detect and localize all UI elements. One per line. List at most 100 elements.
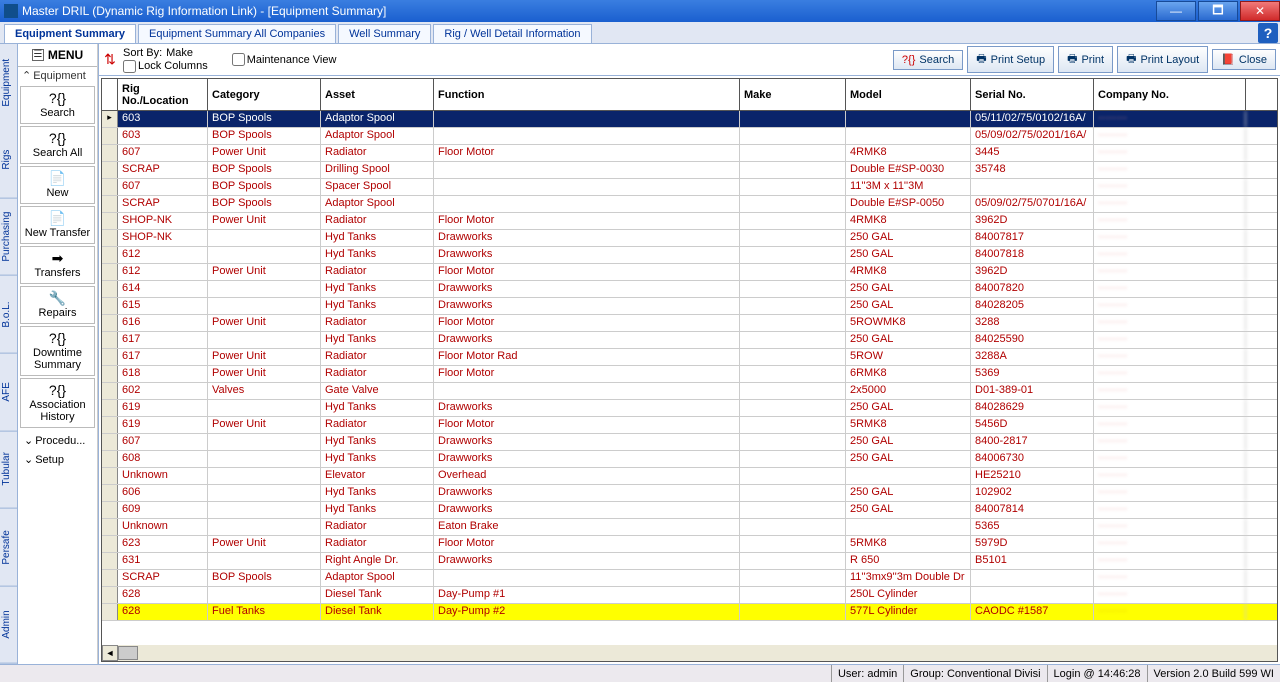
table-row[interactable]: 617Power UnitRadiatorFloor Motor Rad5ROW… — [102, 349, 1277, 366]
menu-item-transfers[interactable]: ➡Transfers — [20, 246, 95, 284]
row-selector[interactable] — [102, 417, 118, 433]
search-button[interactable]: ?{}Search — [893, 50, 963, 70]
row-selector[interactable] — [102, 536, 118, 552]
window-close-button[interactable]: ✕ — [1240, 1, 1280, 21]
row-selector[interactable] — [102, 468, 118, 484]
row-selector[interactable] — [102, 434, 118, 450]
minimize-button[interactable]: — — [1156, 1, 1196, 21]
side-tab-rigs[interactable]: Rigs — [0, 121, 17, 199]
table-row[interactable]: 606Hyd TanksDrawworks250 GAL102902······… — [102, 485, 1277, 502]
row-selector[interactable] — [102, 553, 118, 569]
row-selector[interactable] — [102, 111, 118, 127]
side-tab-purchasing[interactable]: Purchasing — [0, 198, 17, 276]
table-row[interactable]: 614Hyd TanksDrawworks250 GAL84007820····… — [102, 281, 1277, 298]
row-selector[interactable] — [102, 485, 118, 501]
table-row[interactable]: 628Diesel TankDay-Pump #1250L Cylinder··… — [102, 587, 1277, 604]
column-header-asset[interactable]: Asset — [321, 79, 434, 110]
column-header-serial-no-[interactable]: Serial No. — [971, 79, 1094, 110]
scroll-thumb[interactable] — [118, 646, 138, 660]
row-selector[interactable] — [102, 298, 118, 314]
grid-body[interactable]: 603BOP SpoolsAdaptor Spool05/11/02/75/01… — [102, 111, 1277, 645]
row-selector[interactable] — [102, 213, 118, 229]
table-row[interactable]: UnknownElevatorOverheadHE25210········ — [102, 468, 1277, 485]
scroll-left-icon[interactable]: ◄ — [102, 645, 118, 661]
table-row[interactable]: 617Hyd TanksDrawworks250 GAL84025590····… — [102, 332, 1277, 349]
column-header-make[interactable]: Make — [740, 79, 846, 110]
row-selector[interactable] — [102, 502, 118, 518]
tab-well-summary[interactable]: Well Summary — [338, 24, 431, 43]
row-selector[interactable] — [102, 145, 118, 161]
row-selector[interactable] — [102, 366, 118, 382]
sort-direction-icon[interactable]: ⇅ — [103, 51, 117, 68]
table-row[interactable]: 608Hyd TanksDrawworks250 GAL84006730····… — [102, 451, 1277, 468]
table-row[interactable]: 619Power UnitRadiatorFloor Motor5RMK8545… — [102, 417, 1277, 434]
maximize-button[interactable]: 🗖 — [1198, 1, 1238, 21]
row-selector[interactable] — [102, 604, 118, 620]
table-row[interactable]: SCRAPBOP SpoolsDrilling SpoolDouble E#SP… — [102, 162, 1277, 179]
table-row[interactable]: SCRAPBOP SpoolsAdaptor SpoolDouble E#SP-… — [102, 196, 1277, 213]
print-layout-button[interactable]: 🖶Print Layout — [1117, 46, 1208, 73]
table-row[interactable]: 603BOP SpoolsAdaptor Spool05/11/02/75/01… — [102, 111, 1277, 128]
row-selector[interactable] — [102, 264, 118, 280]
side-tab-admin[interactable]: Admin — [0, 586, 17, 664]
side-tab-equipment[interactable]: Equipment — [0, 44, 17, 121]
row-selector[interactable] — [102, 587, 118, 603]
side-tab-afe[interactable]: AFE — [0, 354, 17, 432]
table-row[interactable]: 609Hyd TanksDrawworks250 GAL84007814····… — [102, 502, 1277, 519]
menu-item-setup[interactable]: ⌄Setup — [20, 451, 95, 468]
column-header-category[interactable]: Category — [208, 79, 321, 110]
column-header-function[interactable]: Function — [434, 79, 740, 110]
table-row[interactable]: 628Fuel TanksDiesel TankDay-Pump #2577L … — [102, 604, 1277, 621]
row-selector[interactable] — [102, 281, 118, 297]
table-row[interactable]: 615Hyd TanksDrawworks250 GAL84028205····… — [102, 298, 1277, 315]
table-row[interactable]: 603BOP SpoolsAdaptor Spool05/09/02/75/02… — [102, 128, 1277, 145]
maintenance-view-checkbox[interactable]: Maintenance View — [232, 53, 337, 66]
menu-item-search-all[interactable]: ?{}Search All — [20, 126, 95, 164]
table-row[interactable]: 623Power UnitRadiatorFloor Motor5RMK8597… — [102, 536, 1277, 553]
table-row[interactable]: 607Hyd TanksDrawworks250 GAL8400-2817···… — [102, 434, 1277, 451]
table-row[interactable]: 619Hyd TanksDrawworks250 GAL84028629····… — [102, 400, 1277, 417]
table-row[interactable]: 631Right Angle Dr.DrawworksR 650B5101···… — [102, 553, 1277, 570]
table-row[interactable]: 618Power UnitRadiatorFloor Motor6RMK8536… — [102, 366, 1277, 383]
column-header-company-no-[interactable]: Company No. — [1094, 79, 1246, 110]
menu-item-association-history[interactable]: ?{}Association History — [20, 378, 95, 428]
row-selector[interactable] — [102, 570, 118, 586]
menu-item-procedu...[interactable]: ⌄Procedu... — [20, 432, 95, 449]
row-selector[interactable] — [102, 349, 118, 365]
tab-equipment-summary-all-companies[interactable]: Equipment Summary All Companies — [138, 24, 336, 43]
menu-item-downtime-summary[interactable]: ?{}Downtime Summary — [20, 326, 95, 376]
table-row[interactable]: 612Hyd TanksDrawworks250 GAL84007818····… — [102, 247, 1277, 264]
menu-item-new-transfer[interactable]: 📄New Transfer — [20, 206, 95, 244]
lock-columns-checkbox[interactable]: Lock Columns — [123, 60, 208, 73]
side-tab-persafe[interactable]: Persafe — [0, 509, 17, 587]
side-tab-tubular[interactable]: Tubular — [0, 431, 17, 509]
table-row[interactable]: 602ValvesGate Valve2x5000D01-389-01·····… — [102, 383, 1277, 400]
print-setup-button[interactable]: 🖶Print Setup — [967, 46, 1054, 73]
menu-item-search[interactable]: ?{}Search — [20, 86, 95, 124]
menu-item-new[interactable]: 📄New — [20, 166, 95, 204]
row-selector[interactable] — [102, 400, 118, 416]
table-row[interactable]: SCRAPBOP SpoolsAdaptor Spool11''3mx9''3m… — [102, 570, 1277, 587]
row-selector[interactable] — [102, 332, 118, 348]
tab-rig-well-detail-information[interactable]: Rig / Well Detail Information — [433, 24, 591, 43]
row-selector[interactable] — [102, 196, 118, 212]
row-selector[interactable] — [102, 383, 118, 399]
help-button[interactable]: ? — [1258, 23, 1278, 43]
row-selector[interactable] — [102, 247, 118, 263]
tab-equipment-summary[interactable]: Equipment Summary — [4, 24, 136, 43]
row-selector[interactable] — [102, 519, 118, 535]
table-row[interactable]: SHOP-NKHyd TanksDrawworks250 GAL84007817… — [102, 230, 1277, 247]
row-selector[interactable] — [102, 162, 118, 178]
data-grid[interactable]: Rig No./LocationCategoryAssetFunctionMak… — [101, 78, 1278, 662]
table-row[interactable]: 616Power UnitRadiatorFloor Motor5ROWMK83… — [102, 315, 1277, 332]
side-tab-b-o-l-[interactable]: B.o.L. — [0, 276, 17, 354]
table-row[interactable]: 612Power UnitRadiatorFloor Motor4RMK8396… — [102, 264, 1277, 281]
column-header-model[interactable]: Model — [846, 79, 971, 110]
menu-section[interactable]: ⌃ Equipment — [18, 67, 97, 84]
close-button[interactable]: 📕Close — [1212, 49, 1276, 70]
row-selector[interactable] — [102, 128, 118, 144]
menu-item-repairs[interactable]: 🔧Repairs — [20, 286, 95, 324]
row-selector[interactable] — [102, 315, 118, 331]
table-row[interactable]: UnknownRadiatorEaton Brake5365········ — [102, 519, 1277, 536]
row-selector[interactable] — [102, 451, 118, 467]
